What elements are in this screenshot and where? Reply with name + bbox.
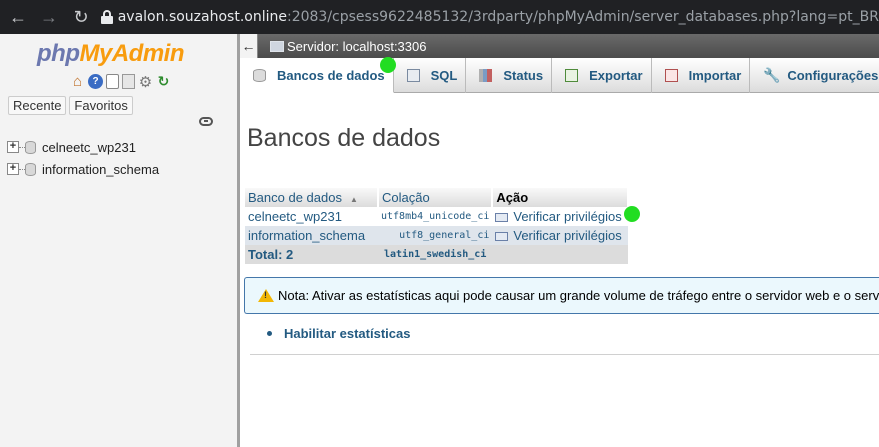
statistics-notice: Nota: Ativar as estatísticas aqui pode c… <box>244 277 879 314</box>
column-header-collation[interactable]: Colação <box>378 188 494 207</box>
server-icon <box>270 40 284 52</box>
enable-statistics-link[interactable]: Habilitar estatísticas <box>284 326 410 341</box>
tab-settings[interactable]: 🔧 Configurações <box>750 58 879 93</box>
collation-cell: utf8_general_ci <box>378 226 493 245</box>
status-chart-icon <box>479 69 493 82</box>
warning-icon <box>258 289 274 302</box>
click-marker <box>624 206 640 222</box>
tree-item-information-schema[interactable]: + information_schema <box>7 158 159 180</box>
link-with-main-panel-icon[interactable] <box>199 117 213 126</box>
sql-docs-icon[interactable] <box>122 74 135 89</box>
total-label: Total: 2 <box>245 245 378 264</box>
column-header-action: Ação <box>492 188 630 207</box>
favorites-button[interactable]: Favoritos <box>69 96 133 115</box>
sql-icon <box>406 69 420 82</box>
import-icon <box>664 69 678 82</box>
help-icon[interactable]: ? <box>88 74 103 89</box>
tab-databases[interactable]: Bancos de dados <box>240 58 394 93</box>
recent-favorites-tabs: Recente Favoritos <box>8 96 133 115</box>
tree-item-label[interactable]: celneetc_wp231 <box>42 140 136 155</box>
url-host: avalon.souzahost.online <box>117 9 287 25</box>
notice-text: Nota: Ativar as estatísticas aqui pode c… <box>278 288 879 303</box>
docs-icon[interactable] <box>106 74 119 89</box>
table-row: information_schema utf8_general_ci Verif… <box>245 226 629 245</box>
address-bar[interactable]: avalon.souzahost.online:2083/cpsess96224… <box>101 3 879 31</box>
enable-statistics-item: Habilitar estatísticas <box>267 326 410 341</box>
database-icon <box>25 140 36 154</box>
top-menu-tabs: Bancos de dados SQL Status Exportar Impo… <box>240 58 879 93</box>
databases-table: Banco de dados ▲ Colação Ação celneetc_wp… <box>245 188 630 264</box>
main-content: ← Servidor: localhost:3306 Bancos de dad… <box>240 34 879 447</box>
server-breadcrumb: ← Servidor: localhost:3306 <box>240 34 879 58</box>
collapse-navigation-arrow-icon[interactable]: ← <box>240 34 258 58</box>
phpmyadmin-logo[interactable]: phpMyAdmin <box>37 40 184 68</box>
database-name-link[interactable]: information_schema <box>245 226 378 245</box>
collation-cell: utf8mb4_unicode_ci <box>378 207 493 226</box>
reload-icon[interactable]: ↻ <box>69 5 93 29</box>
table-row: celneetc_wp231 utf8mb4_unicode_ci Verifi… <box>245 207 629 226</box>
database-name-link[interactable]: celneetc_wp231 <box>245 207 378 226</box>
database-icon <box>253 68 266 82</box>
nav-icon-row: ⌂ ? ⚙ ↻ <box>70 73 171 91</box>
wrench-icon: 🔧 <box>763 67 781 83</box>
column-header-database[interactable]: Banco de dados ▲ <box>245 188 379 207</box>
recent-button[interactable]: Recente <box>8 96 67 115</box>
tab-status[interactable]: Status <box>466 58 553 93</box>
sort-ascending-icon: ▲ <box>349 195 358 204</box>
check-privileges-link[interactable]: Verificar privilégios <box>492 207 629 226</box>
total-collation: latin1_swedish_ci <box>378 245 493 264</box>
page-title: Bancos de dados <box>247 124 441 152</box>
lock-icon <box>101 10 113 24</box>
back-arrow-icon[interactable]: ← <box>6 5 30 29</box>
expand-icon[interactable]: + <box>7 141 19 153</box>
tab-sql[interactable]: SQL <box>394 58 467 93</box>
tree-item-label[interactable]: information_schema <box>42 162 159 177</box>
reload-navigation-icon[interactable]: ↻ <box>156 73 171 89</box>
bullet-icon <box>267 331 272 336</box>
browser-toolbar: ← → ↻ avalon.souzahost.online:2083/cpses… <box>0 0 879 34</box>
server-link[interactable]: Servidor: localhost:3306 <box>287 39 426 54</box>
divider <box>250 354 879 355</box>
url-path: :2083/cpsess9622485132/3rdparty/phpMyAdm… <box>286 9 879 25</box>
tree-item-celneetc-wp231[interactable]: + celneetc_wp231 <box>7 136 159 158</box>
home-icon[interactable]: ⌂ <box>70 73 85 90</box>
tab-export[interactable]: Exportar <box>552 58 652 93</box>
settings-gear-icon[interactable]: ⚙ <box>138 74 153 91</box>
export-icon <box>565 69 579 82</box>
privileges-icon <box>495 213 509 222</box>
privileges-icon <box>495 232 509 241</box>
check-privileges-link[interactable]: Verificar privilégios <box>492 226 629 245</box>
forward-arrow-icon[interactable]: → <box>37 5 61 29</box>
total-row: Total: 2 latin1_swedish_ci <box>245 245 629 264</box>
expand-icon[interactable]: + <box>7 163 19 175</box>
click-marker <box>380 57 396 73</box>
tab-import[interactable]: Importar <box>652 58 751 93</box>
database-icon <box>25 162 36 176</box>
database-tree: + celneetc_wp231 + information_schema <box>7 136 159 180</box>
